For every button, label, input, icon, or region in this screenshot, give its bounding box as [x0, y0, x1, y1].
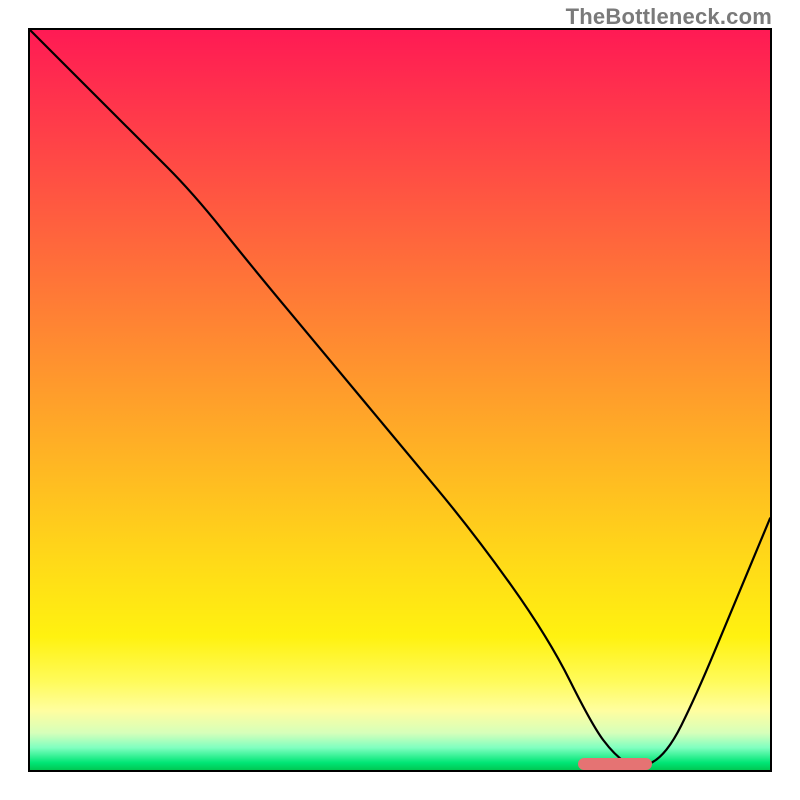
- plot-area: [28, 28, 772, 772]
- watermark-text: TheBottleneck.com: [566, 4, 772, 30]
- bottleneck-curve: [30, 30, 770, 770]
- chart-container: TheBottleneck.com: [0, 0, 800, 800]
- optimal-range-marker: [578, 758, 652, 770]
